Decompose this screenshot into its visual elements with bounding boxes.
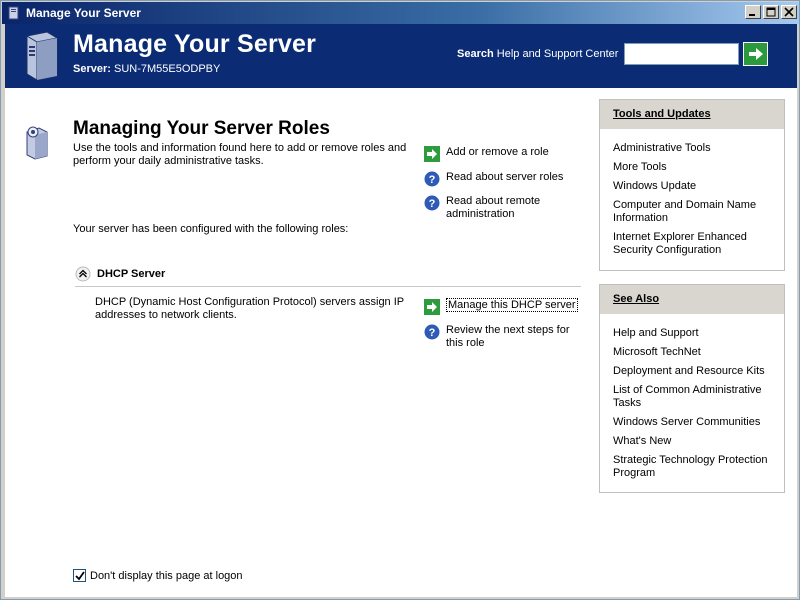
- role-header: DHCP Server: [75, 266, 165, 282]
- maximize-button[interactable]: [763, 5, 779, 19]
- see-also-item-whats-new[interactable]: What's New: [613, 435, 772, 448]
- review-next-steps-link[interactable]: ? Review the next steps for this role: [424, 324, 586, 350]
- page-title: Managing Your Server Roles: [73, 118, 330, 139]
- task-label: Read about remote administration: [446, 195, 541, 220]
- see-also-item-common-admin-tasks[interactable]: List of Common Administrative Tasks: [613, 384, 772, 410]
- minimize-button[interactable]: [745, 5, 761, 19]
- manage-dhcp-link[interactable]: Manage this DHCP server: [424, 298, 586, 315]
- app-window: Manage Your Server Manage Your Server Se…: [0, 0, 800, 600]
- search-label-bold: Search: [457, 48, 494, 60]
- configured-text: Your server has been configured with the…: [73, 223, 349, 235]
- dont-display-label: Don't display this page at logon: [90, 569, 243, 582]
- help-icon: ?: [424, 171, 440, 187]
- search-label-rest: Help and Support Center: [496, 48, 619, 60]
- tools-item-administrative-tools[interactable]: Administrative Tools: [613, 142, 772, 155]
- task-label: Add or remove a role: [446, 146, 549, 158]
- role-divider: [75, 286, 581, 287]
- collapse-chevron-icon[interactable]: [75, 266, 91, 282]
- server-app-icon: [6, 5, 22, 21]
- tools-updates-panel: Tools and Updates Administrative Tools M…: [599, 99, 785, 271]
- search-label: Search Help and Support Center: [457, 48, 618, 60]
- search-input[interactable]: [624, 43, 739, 65]
- green-arrow-icon: [749, 48, 763, 60]
- header-banner: Manage Your Server Server: SUN-7M55E5ODP…: [5, 24, 797, 88]
- server-roles-icon: [23, 124, 53, 160]
- help-icon: ?: [424, 324, 440, 340]
- server-icon: [17, 30, 67, 82]
- main-content: Managing Your Server Roles Use the tools…: [5, 88, 797, 597]
- green-arrow-icon: [424, 146, 440, 162]
- server-name: Server: SUN-7M55E5ODPBY: [73, 63, 220, 75]
- green-arrow-icon: [424, 299, 440, 315]
- task-label: Manage this DHCP server: [446, 298, 578, 312]
- tools-item-ie-enhanced-security[interactable]: Internet Explorer Enhanced Security Conf…: [613, 231, 772, 257]
- dont-display-option[interactable]: Don't display this page at logon: [73, 569, 243, 582]
- see-also-item-server-communities[interactable]: Windows Server Communities: [613, 416, 772, 429]
- see-also-item-resource-kits[interactable]: Deployment and Resource Kits: [613, 365, 772, 378]
- dont-display-checkbox[interactable]: [73, 569, 86, 582]
- tools-panel-title: Tools and Updates: [600, 100, 784, 129]
- svg-text:?: ?: [429, 198, 436, 210]
- tools-item-computer-domain-name[interactable]: Computer and Domain Name Information: [613, 199, 772, 225]
- tools-title-text: Tools and Updates: [613, 108, 711, 120]
- see-also-item-technet[interactable]: Microsoft TechNet: [613, 346, 772, 359]
- role-name: DHCP Server: [97, 268, 166, 280]
- see-also-item-help-support[interactable]: Help and Support: [613, 327, 772, 340]
- see-also-panel-title: See Also: [600, 285, 784, 314]
- task-label: Review the next steps for this role: [446, 324, 570, 349]
- window-title: Manage Your Server: [26, 6, 141, 20]
- close-button[interactable]: [781, 5, 797, 19]
- header-title: Manage Your Server: [73, 30, 317, 58]
- help-icon: ?: [424, 195, 440, 211]
- tools-item-more-tools[interactable]: More Tools: [613, 161, 772, 174]
- see-also-item-stpp[interactable]: Strategic Technology Protection Program: [613, 454, 772, 480]
- add-remove-role-link[interactable]: Add or remove a role: [424, 146, 586, 162]
- title-bar[interactable]: Manage Your Server: [2, 2, 799, 24]
- server-label: Server:: [73, 63, 111, 75]
- search-go-button[interactable]: [743, 42, 768, 66]
- see-also-panel: See Also Help and Support Microsoft Tech…: [599, 284, 785, 493]
- intro-text: Use the tools and information found here…: [73, 142, 407, 167]
- svg-text:?: ?: [429, 174, 436, 186]
- see-also-title-text: See Also: [613, 293, 660, 305]
- svg-text:?: ?: [429, 327, 436, 339]
- server-name-value: SUN-7M55E5ODPBY: [113, 63, 221, 75]
- tools-item-windows-update[interactable]: Windows Update: [613, 180, 772, 193]
- task-label: Read about server roles: [446, 171, 564, 183]
- role-description: DHCP (Dynamic Host Configuration Protoco…: [95, 296, 404, 321]
- read-about-remote-admin-link[interactable]: ? Read about remote administration: [424, 195, 586, 221]
- read-about-roles-link[interactable]: ? Read about server roles: [424, 171, 586, 187]
